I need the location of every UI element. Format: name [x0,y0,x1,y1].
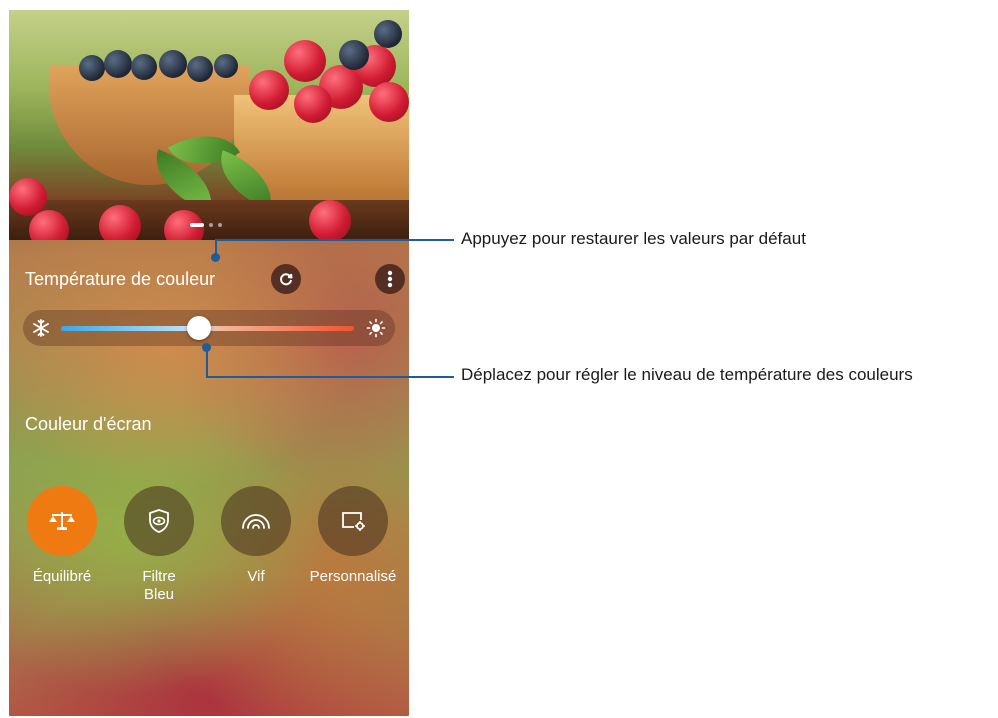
mode-balanced-button[interactable] [27,486,97,556]
slider-thumb[interactable] [186,316,211,340]
slider-callout-text: Déplacez pour régler le niveau de tempér… [461,365,913,384]
slider-callout-line [206,347,208,378]
mode-vivid[interactable]: Vif [207,486,305,586]
reset-button[interactable] [271,264,301,294]
color-temperature-header: Température de couleur [25,264,405,294]
screen-color-label: Couleur d'écran [25,414,152,434]
page-title: Température de couleur [25,269,216,289]
page-dot-active [190,223,204,227]
mode-custom[interactable]: Personnalisé [304,486,402,586]
reset-callout-line [215,239,454,241]
more-options-button[interactable] [375,264,405,294]
header-photo [9,10,409,240]
mode-label: Personnalisé [309,568,397,585]
rainbow-icon [242,514,270,529]
mode-vivid-button[interactable] [221,486,291,556]
custom-screen-icon [342,512,365,531]
refresh-icon [280,273,293,286]
sun-icon [366,318,386,338]
more-vert-icon [387,270,393,288]
mode-balanced[interactable]: Équilibré [13,486,111,586]
snowflake-icon [33,319,49,337]
phone-screen: Température de couleur Couleur d'écran É… [9,10,409,716]
slider-callout-line [206,376,454,378]
reset-callout-line [215,239,217,255]
mode-custom-button[interactable] [318,486,388,556]
page-indicator [190,223,222,227]
eye-shield-icon [149,509,169,533]
reset-callout-text: Appuyez pour restaurer les valeurs par d… [461,229,806,248]
screen-color-modes: Équilibré Filtre Bleu Vif Personnalisé [9,486,409,616]
balance-scale-icon [49,512,75,530]
page-dot [218,223,222,227]
mode-label: Vif [247,568,265,585]
page-dot [209,223,213,227]
color-temperature-slider[interactable] [23,310,395,346]
mode-blue-filter-button[interactable] [124,486,194,556]
mode-blue-filter[interactable]: Filtre Bleu [110,486,208,604]
mode-label: Équilibré [32,568,92,585]
mode-label: Filtre Bleu [142,568,176,603]
